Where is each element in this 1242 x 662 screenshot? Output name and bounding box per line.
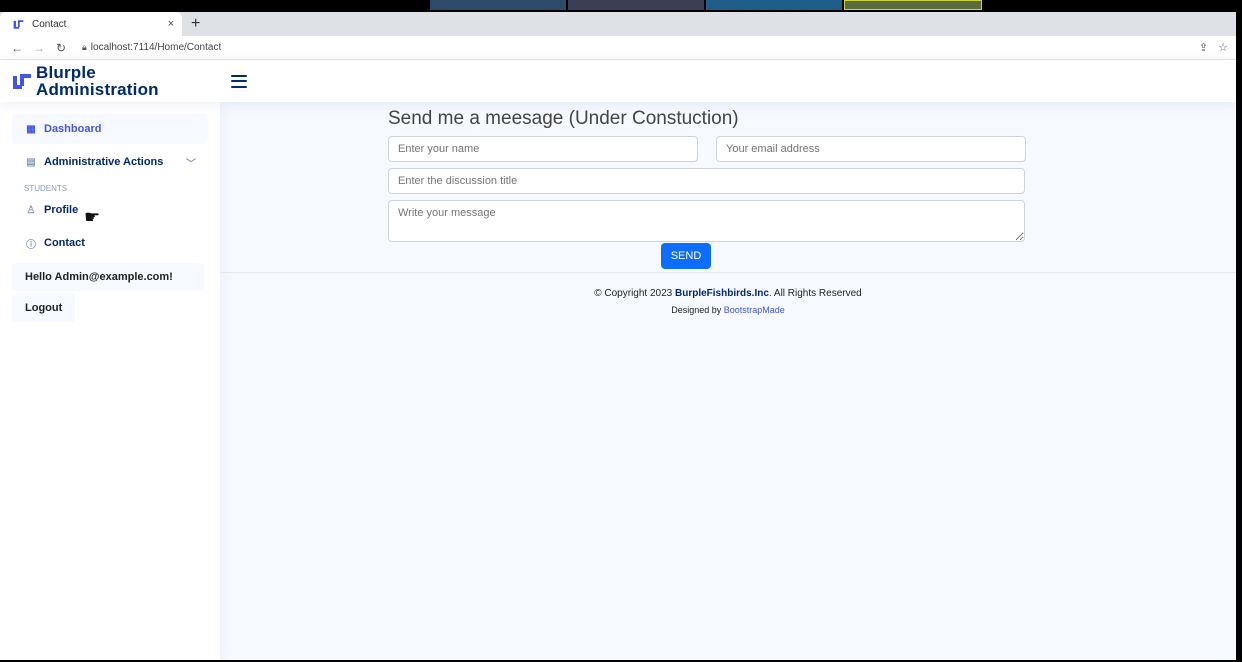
footer-divider [220,272,1236,273]
sidebar-item-label: Contact [44,237,85,249]
sidebar-item-label: Profile [44,204,79,216]
logo-mark-icon [13,74,31,89]
thumbnail-strip [430,0,982,10]
copyright-text: © Copyright 2023 BurpleFishbirds.Inc. Al… [220,288,1236,299]
copyright-prefix: © Copyright 2023 [594,288,675,299]
user-greeting[interactable]: Hello Admin@example.com! [12,263,204,291]
lock-icon[interactable]: 🔒︎ [82,42,87,53]
tab-strip: Contact × + [0,12,1236,36]
copyright-suffix: . All Rights Reserved [768,288,862,299]
url-field[interactable]: localhost:7114/Home/Contact [91,42,1189,53]
new-tab-button[interactable]: + [191,14,200,34]
send-button[interactable]: SEND [661,243,711,269]
app-logo[interactable]: Blurple Administration [0,64,220,98]
sidebar-item-label: Dashboard [44,123,102,135]
footer: © Copyright 2023 BurpleFishbirds.Inc. Al… [220,288,1236,315]
name-field[interactable] [388,136,698,162]
bookmark-star-icon[interactable]: ☆ [1218,41,1228,54]
logout-button[interactable]: Logout [12,294,76,322]
sidebar: ▦ Dashboard ▤ Administrative Actions ﹀ S… [0,102,220,660]
designed-by-label: Designed by [671,305,724,315]
app-header: Blurple Administration [0,60,1236,102]
contact-form: Send me a meesage (Under Constuction) SE… [388,108,1026,269]
sidebar-item-contact[interactable]: ⓘ Contact [12,228,208,258]
sidebar-item-label: Administrative Actions [44,156,164,168]
share-icon[interactable]: ⇪ [1199,41,1208,54]
grid-icon: ▦ [26,123,36,135]
back-icon[interactable]: ← [8,41,26,55]
message-field[interactable] [388,200,1025,242]
menu-toggle-icon[interactable] [231,74,247,88]
app-favicon-icon [13,19,24,29]
sidebar-item-profile[interactable]: ♙ Profile [12,195,208,225]
sidebar-heading: STUDENTS [24,184,68,193]
sidebar-item-dashboard[interactable]: ▦ Dashboard [12,114,208,144]
document-icon: ▤ [26,156,36,168]
person-icon: ♙ [26,204,36,216]
main-content: Send me a meesage (Under Constuction) SE… [220,102,1236,660]
hand-cursor-icon: ☛ [84,207,101,227]
brand-line1: Blurple [36,63,96,82]
company-name: BurpleFishbirds.Inc [675,288,769,299]
chevron-down-icon: ﹀ [186,158,196,170]
browser-tab[interactable]: Contact × [0,12,182,36]
reload-icon[interactable]: ↻ [52,41,70,55]
designer-link[interactable]: BootstrapMade [724,305,785,315]
forward-icon[interactable]: → [30,41,48,55]
tab-close-icon[interactable]: × [168,18,174,30]
browser-window: Contact × + ← → ↻ 🔒︎ localhost:7114/Home… [0,12,1236,660]
sidebar-item-administrative-actions[interactable]: ▤ Administrative Actions ﹀ [12,147,208,177]
screen-top-strip [0,0,1242,12]
brand-line2: Administration [36,80,159,99]
email-field[interactable] [716,136,1026,162]
discussion-title-field[interactable] [388,168,1025,194]
app-page: Blurple Administration ▦ Dashboard ▤ Adm… [0,60,1236,660]
question-circle-icon: ⓘ [26,239,36,251]
credits-text: Designed by BootstrapMade [220,305,1236,315]
address-bar: ← → ↻ 🔒︎ localhost:7114/Home/Contact ⇪ ☆ [0,36,1236,60]
page-title: Send me a meesage (Under Constuction) [388,108,739,129]
tab-title: Contact [32,18,67,30]
